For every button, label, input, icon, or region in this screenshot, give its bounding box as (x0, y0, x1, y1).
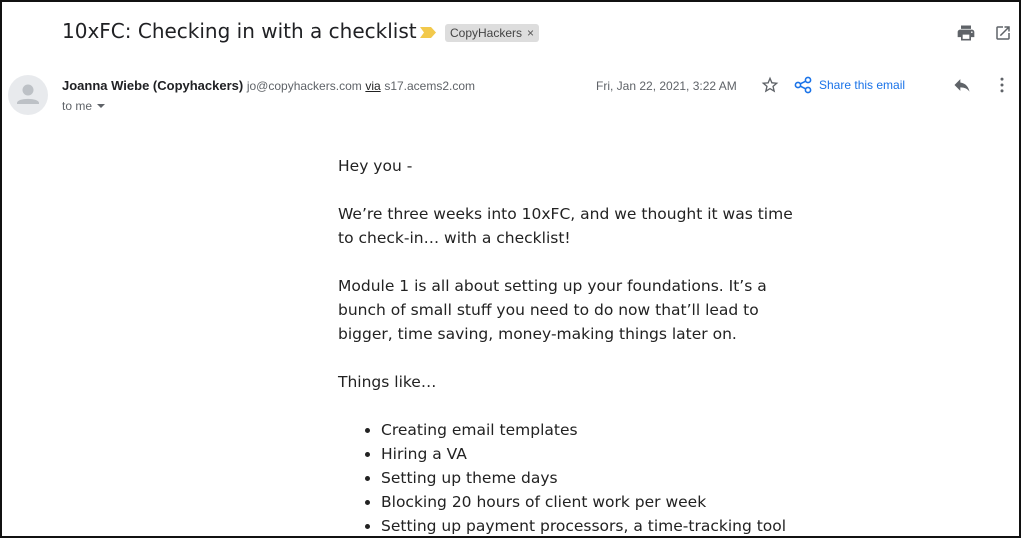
list-item: Hiring a VA (381, 442, 808, 466)
sender-name[interactable]: Joanna Wiebe (Copyhackers) (62, 78, 243, 93)
share-email-link[interactable]: Share this email (794, 76, 905, 94)
more-vertical-icon (1000, 77, 1004, 93)
open-in-new-window-button[interactable] (991, 21, 1015, 45)
email-body: Hey you - We’re three weeks into 10xFC, … (338, 154, 808, 536)
greeting: Hey you - (338, 157, 413, 175)
sender-line: Joanna Wiebe (Copyhackers) jo@copyhacker… (62, 78, 475, 93)
list-item: Creating email templates (381, 418, 808, 442)
default-avatar-icon (17, 84, 39, 104)
list-item: Setting up theme days (381, 466, 808, 490)
recipient-text: to me (62, 99, 93, 113)
share-icon (794, 76, 812, 94)
email-subject: 10xFC: Checking in with a checklist (62, 19, 417, 43)
star-icon (761, 76, 779, 93)
body-paragraph-1: We’re three weeks into 10xFC, and we tho… (338, 205, 793, 247)
star-button[interactable] (758, 73, 782, 97)
reply-button[interactable] (950, 73, 974, 97)
print-button[interactable] (954, 21, 978, 45)
more-options-button[interactable] (990, 73, 1014, 97)
label-chip-text: CopyHackers (450, 26, 523, 40)
recipient-details-toggle[interactable]: to me (62, 99, 106, 113)
body-paragraph-2: Module 1 is all about setting up your fo… (338, 277, 767, 343)
avatar[interactable] (8, 75, 48, 115)
caret-down-icon (97, 104, 106, 108)
things-intro: Things like… (338, 373, 437, 391)
sender-email: jo@copyhackers.com (246, 79, 362, 93)
list-item: Setting up payment processors, a time-tr… (381, 514, 808, 536)
email-date: Fri, Jan 22, 2021, 3:22 AM (596, 79, 737, 93)
reply-icon (954, 79, 970, 92)
remove-label-icon[interactable]: × (527, 27, 534, 39)
list-item: Blocking 20 hours of client work per wee… (381, 490, 808, 514)
email-view: 10xFC: Checking in with a checklist Copy… (0, 0, 1021, 538)
share-email-label: Share this email (819, 78, 906, 92)
importance-marker-icon[interactable] (420, 27, 436, 38)
open-in-new-window-icon (996, 26, 1010, 40)
checklist: Creating email templates Hiring a VA Set… (338, 418, 808, 536)
subject-row: 10xFC: Checking in with a checklist Copy… (2, 2, 1019, 64)
via-link[interactable]: via (365, 79, 380, 93)
via-domain: s17.acems2.com (384, 79, 476, 93)
print-icon (957, 25, 975, 41)
label-chip[interactable]: CopyHackers × (445, 24, 540, 42)
